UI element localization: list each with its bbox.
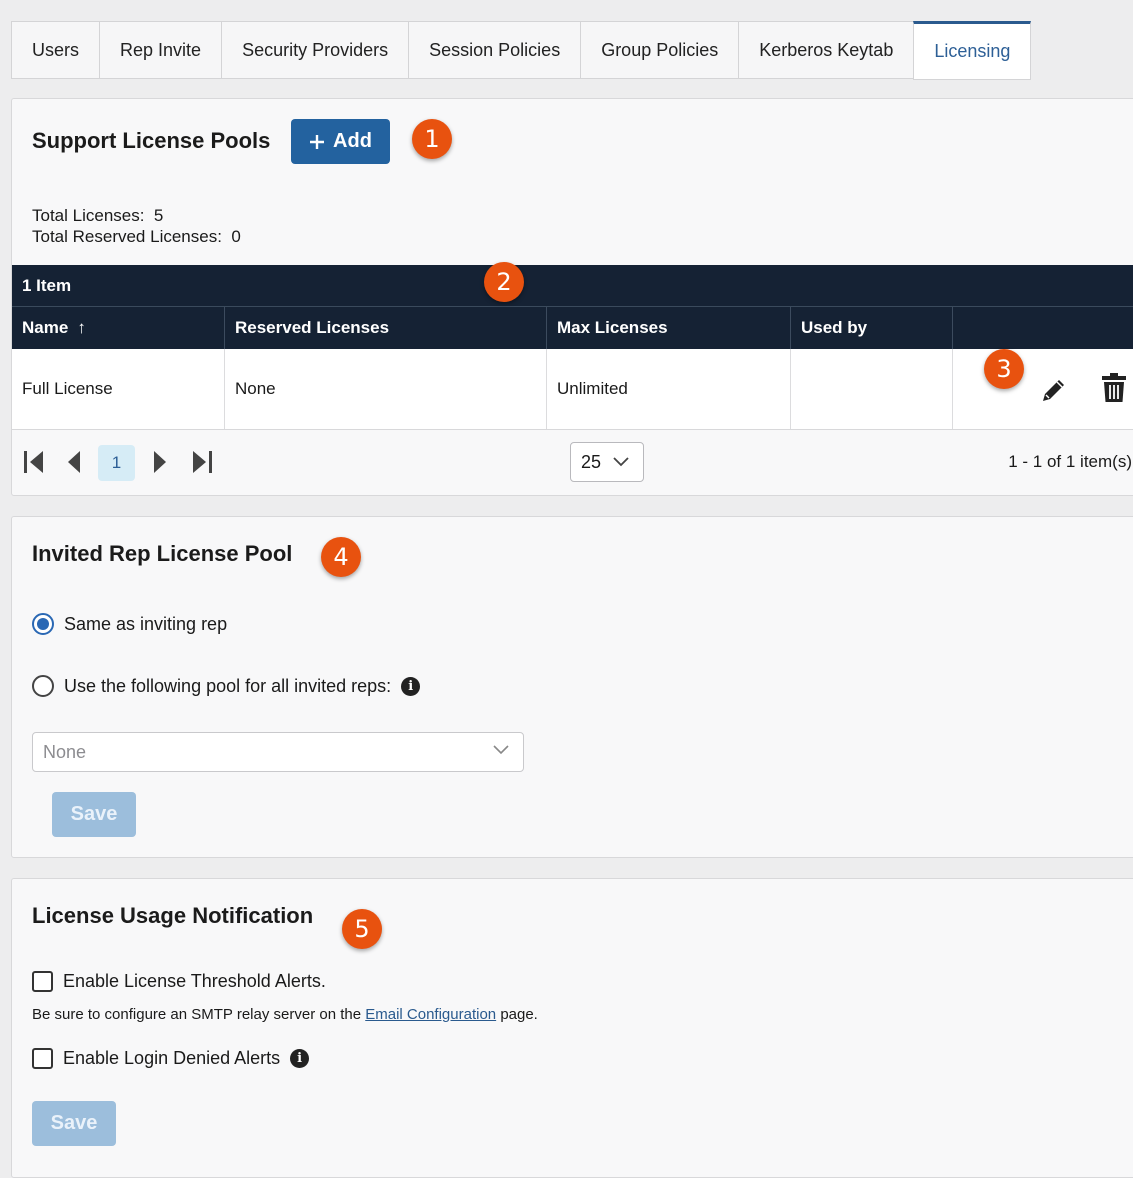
grid-pager: 1 25 1 - 1 of 1 item(s) [12,430,1133,496]
invited-rep-save-button[interactable]: Save [52,792,136,837]
callout-badge-5: 5 [342,909,382,949]
tab-rep-invite[interactable]: Rep Invite [99,21,222,79]
chevron-down-icon [613,457,629,467]
total-reserved-value: 0 [231,227,241,246]
callout-badge-3: 3 [984,349,1024,389]
total-licenses-label: Total Licenses: [32,206,145,225]
usage-notification-panel: License Usage Notification 5 Enable Lice… [11,878,1133,1178]
total-licenses-value: 5 [153,206,164,225]
last-page-icon[interactable] [190,450,214,474]
callout-badge-4: 4 [321,537,361,577]
pager-info: 1 - 1 of 1 item(s) [1008,452,1132,471]
cell-reserved: None [225,349,547,429]
login-denied-checkbox[interactable] [32,1048,53,1069]
tab-bar: Users Rep Invite Security Providers Sess… [11,21,1032,80]
column-header-max[interactable]: Max Licenses [547,307,791,349]
table-row: Full License None Unlimited [12,349,1133,430]
total-reserved-label: Total Reserved Licenses: [32,227,222,246]
grid-item-count-bar: 1 Item [12,265,1133,307]
grid-item-count: 1 Item [22,275,72,295]
next-page-icon[interactable] [152,450,168,474]
invited-rep-panel: Invited Rep License Pool 4 Same as invit… [11,516,1133,858]
pool-select[interactable]: None [32,732,524,772]
previous-page-icon[interactable] [66,450,82,474]
pool-select-value: None [43,741,87,762]
trash-icon[interactable] [1101,373,1127,403]
column-header-name-label: Name [22,318,69,337]
radio-same-label: Same as inviting rep [64,613,228,634]
column-header-used-by[interactable]: Used by [791,307,953,349]
current-page-button[interactable]: 1 [98,445,135,481]
tab-licensing[interactable]: Licensing [913,21,1032,80]
tab-security-providers[interactable]: Security Providers [221,21,409,79]
column-header-reserved[interactable]: Reserved Licenses [225,307,547,349]
smtp-note-suffix: page. [500,1006,538,1023]
tab-session-policies[interactable]: Session Policies [408,21,581,79]
email-configuration-link[interactable]: Email Configuration [365,1006,496,1023]
tab-users[interactable]: Users [11,21,100,79]
info-icon[interactable]: i [290,1049,310,1068]
smtp-note: Be sure to configure an SMTP relay serve… [32,1006,538,1023]
callout-badge-1: 1 [412,119,452,159]
first-page-icon[interactable] [22,450,46,474]
support-license-pools-panel: Support License Pools Add 1 Total Licens… [11,98,1133,496]
radio-button-checked[interactable] [32,613,54,635]
page-size-value: 25 [581,451,602,472]
callout-badge-2: 2 [484,262,524,302]
smtp-note-prefix: Be sure to configure an SMTP relay serve… [32,1006,362,1023]
add-pool-button[interactable]: Add [291,119,390,164]
tab-group-policies[interactable]: Group Policies [580,21,739,79]
threshold-alerts-checkbox[interactable] [32,971,53,992]
grid-column-headers: Name ↑ Reserved Licenses Max Licenses Us… [12,307,1133,349]
add-button-label: Add [333,130,372,152]
column-header-name[interactable]: Name ↑ [12,307,225,349]
cell-max: Unlimited [547,349,791,429]
cell-name: Full License [12,349,225,429]
plus-icon [310,134,325,149]
info-icon[interactable]: i [401,676,421,696]
column-header-actions [953,307,1133,349]
support-license-pools-title: Support License Pools [32,128,271,153]
login-denied-checkbox-row[interactable]: Enable Login Denied Alerts i [32,1048,310,1069]
login-denied-label: Enable Login Denied Alerts [63,1048,281,1068]
tab-kerberos-keytab[interactable]: Kerberos Keytab [738,21,914,79]
usage-notification-save-button[interactable]: Save [32,1101,116,1146]
radio-use-following-pool[interactable]: Use the following pool for all invited r… [32,675,421,697]
invited-rep-title: Invited Rep License Pool [32,541,293,566]
license-stats: Total Licenses: 5 Total Reserved License… [32,205,241,247]
radio-same-as-inviting[interactable]: Same as inviting rep [32,613,227,635]
page-size-select[interactable]: 25 [570,442,644,482]
threshold-alerts-checkbox-row[interactable]: Enable License Threshold Alerts. [32,971,326,992]
usage-notification-title: License Usage Notification [32,903,314,928]
sort-ascending-icon: ↑ [77,318,86,337]
cell-used-by [791,349,953,429]
chevron-down-icon [493,745,509,755]
cell-actions [953,349,1133,429]
radio-button-unchecked[interactable] [32,675,54,697]
threshold-alerts-label: Enable License Threshold Alerts. [63,971,326,991]
edit-pencil-icon[interactable] [1039,375,1069,405]
radio-following-label: Use the following pool for all invited r… [64,675,392,696]
